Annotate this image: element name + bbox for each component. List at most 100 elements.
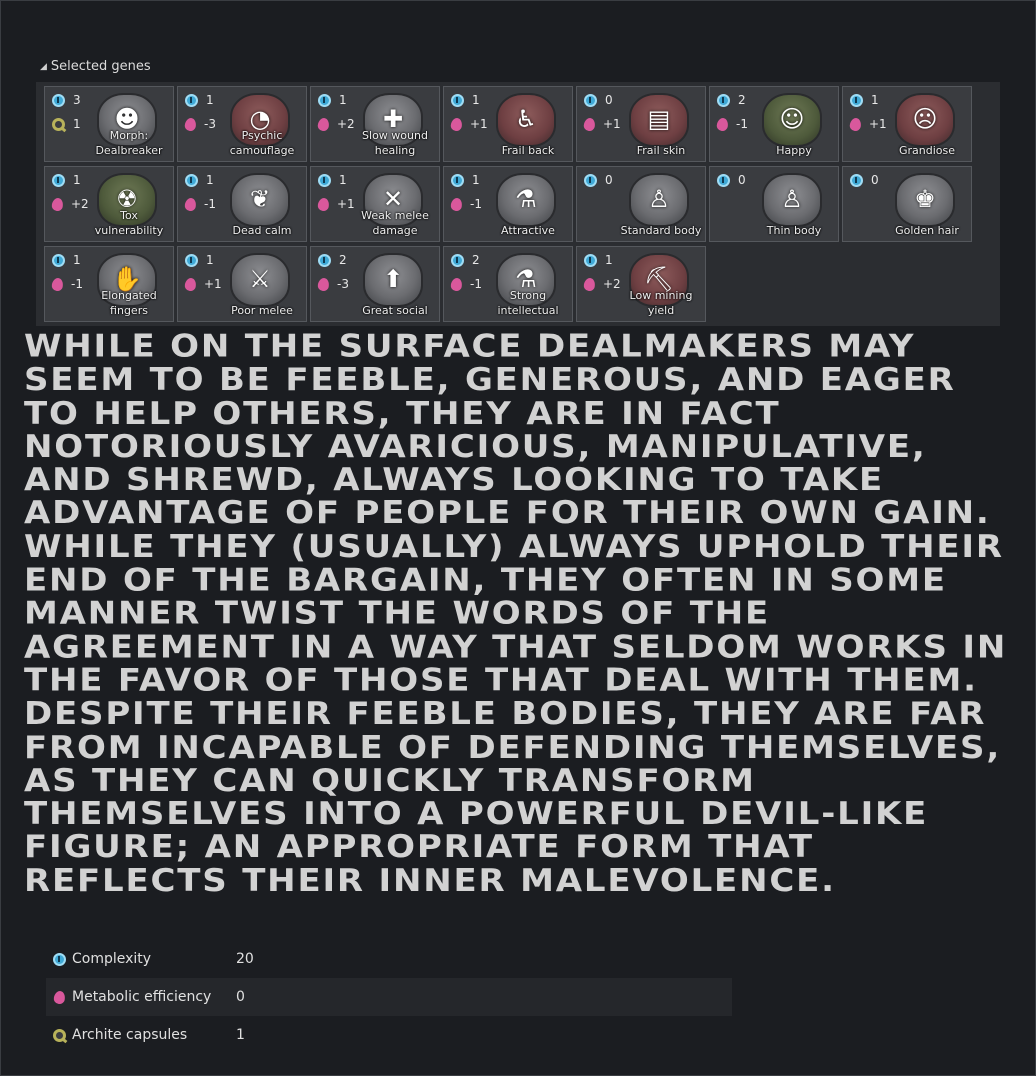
complexity-value: 1 <box>871 93 879 107</box>
gene-grid: 3 1 ☻ Morph: Dealbreaker 1 -3 ◔ Psychic camoufl… <box>36 82 1000 326</box>
complexity-value: 2 <box>472 253 480 267</box>
complexity-icon <box>185 173 198 187</box>
gene-label: Attractive <box>501 224 555 237</box>
gene-complexity: 1 <box>318 173 353 187</box>
gene-metabolic: +1 <box>183 276 222 292</box>
potion-icon: ⚗ <box>496 173 556 227</box>
stat-row-metabolic: Metabolic efficiency 0 <box>46 978 732 1016</box>
gene-label: Poor melee <box>231 304 293 317</box>
social-up-icon: ⬆ <box>363 253 423 307</box>
metabolic-icon <box>50 276 65 292</box>
metabolic-value: -1 <box>736 117 748 131</box>
grandiose-face-icon: ☹ <box>895 93 955 147</box>
gene-card[interactable]: 1 +2 ✚ Slow wound healing <box>310 86 440 162</box>
gene-complexity: 0 <box>850 173 885 187</box>
gene-card[interactable]: 1 -3 ◔ Psychic camouflage <box>177 86 307 162</box>
complexity-value: 0 <box>738 173 746 187</box>
gene-card[interactable]: 2 -1 ⚗ Strong intellectual <box>443 246 573 322</box>
archite-icon <box>52 117 65 131</box>
complexity-icon <box>185 253 198 267</box>
metabolic-icon <box>183 196 198 212</box>
selected-genes-header[interactable]: ◢ Selected genes <box>40 59 151 74</box>
complexity-value: 1 <box>472 173 480 187</box>
gene-metabolic: -1 <box>449 276 484 292</box>
gene-card[interactable]: 1 -1 ✋ Elongated fingers <box>44 246 174 322</box>
gene-archite: 1 <box>52 117 87 131</box>
gene-card[interactable]: 1 +1 ♿ Frail back <box>443 86 573 162</box>
metabolic-value: +1 <box>204 277 222 291</box>
gene-label: Great social <box>362 304 428 317</box>
gene-complexity: 1 <box>318 93 353 107</box>
complexity-value: 0 <box>605 173 613 187</box>
gene-metabolic: +1 <box>316 196 355 212</box>
complexity-icon <box>52 253 65 267</box>
gene-complexity: 1 <box>52 173 87 187</box>
metabolic-icon <box>582 276 597 292</box>
gene-card[interactable]: 2 -1 ☺ Happy <box>709 86 839 162</box>
gene-complexity: 3 <box>52 93 87 107</box>
complexity-value: 1 <box>206 173 214 187</box>
gene-card[interactable]: 2 -3 ⬆ Great social <box>310 246 440 322</box>
gene-card[interactable]: 1 +2 ☢ Tox vulnerability <box>44 166 174 242</box>
metabolic-icon <box>449 276 464 292</box>
gene-label: Frail skin <box>636 144 686 157</box>
gene-metabolic: +2 <box>316 116 355 132</box>
skin-scroll-icon: ▤ <box>629 93 689 147</box>
metabolic-icon <box>316 196 331 212</box>
gene-label: Grandiose <box>898 144 956 157</box>
complexity-icon <box>584 93 597 107</box>
complexity-icon <box>717 93 730 107</box>
gene-label: Elongated fingers <box>101 289 157 317</box>
gene-label: Frail back <box>501 144 555 157</box>
collapse-arrow-icon[interactable]: ◢ <box>40 62 47 72</box>
gene-complexity: 1 <box>185 93 220 107</box>
stat-value: 20 <box>236 951 254 967</box>
metabolic-value: +1 <box>470 117 488 131</box>
gene-complexity: 0 <box>717 173 752 187</box>
metabolic-icon <box>50 196 65 212</box>
metabolic-value: -1 <box>470 277 482 291</box>
complexity-value: 2 <box>339 253 347 267</box>
gene-label: Low mining yield <box>629 289 693 317</box>
gene-card[interactable]: 0 ♙ Standard body <box>576 166 706 242</box>
frail-back-icon: ♿ <box>496 93 556 147</box>
gene-card[interactable]: 0 ♚ Golden hair <box>842 166 972 242</box>
gene-card[interactable]: 1 -1 ⚗ Attractive <box>443 166 573 242</box>
stat-name: Complexity <box>72 951 152 967</box>
gene-complexity: 0 <box>584 93 619 107</box>
gene-card[interactable]: 3 1 ☻ Morph: Dealbreaker <box>44 86 174 162</box>
metabolic-value: -3 <box>337 277 349 291</box>
complexity-icon <box>52 952 66 966</box>
complexity-value: 3 <box>73 93 81 107</box>
gene-card[interactable]: 0 ♙ Thin body <box>709 166 839 242</box>
metabolic-icon <box>449 196 464 212</box>
metabolic-icon <box>52 989 66 1005</box>
gene-complexity: 1 <box>451 173 486 187</box>
gene-card[interactable]: 1 +1 ✕ Weak melee damage <box>310 166 440 242</box>
archite-icon <box>52 1028 66 1042</box>
golden-hair-icon: ♚ <box>895 173 955 227</box>
gene-card[interactable]: 1 -1 ❦ Dead calm <box>177 166 307 242</box>
stat-name: Metabolic efficiency <box>72 989 212 1005</box>
gene-complexity: 1 <box>850 93 885 107</box>
gene-complexity: 1 <box>185 253 220 267</box>
complexity-value: 0 <box>605 93 613 107</box>
complexity-icon <box>185 93 198 107</box>
gene-card[interactable]: 1 +2 ⛏ Low mining yield <box>576 246 706 322</box>
gene-label: Psychic camouflage <box>229 129 295 157</box>
gene-complexity: 1 <box>584 253 619 267</box>
complexity-value: 1 <box>605 253 613 267</box>
gene-complexity: 2 <box>717 93 752 107</box>
complexity-icon <box>850 93 863 107</box>
xenotype-description: While on the surface dealmakers may seem… <box>24 328 1008 900</box>
gene-complexity: 2 <box>318 253 353 267</box>
gene-card[interactable]: 1 +1 ☹ Grandiose <box>842 86 972 162</box>
gene-card[interactable]: 1 +1 ⚔ Poor melee <box>177 246 307 322</box>
complexity-value: 1 <box>339 93 347 107</box>
gene-card[interactable]: 0 +1 ▤ Frail skin <box>576 86 706 162</box>
complexity-value: 1 <box>339 173 347 187</box>
gene-label: Weak melee damage <box>361 209 429 237</box>
complexity-icon <box>318 253 331 267</box>
complexity-icon <box>717 173 730 187</box>
stats-table: Complexity 20 Metabolic efficiency 0 Arc… <box>46 940 732 1054</box>
